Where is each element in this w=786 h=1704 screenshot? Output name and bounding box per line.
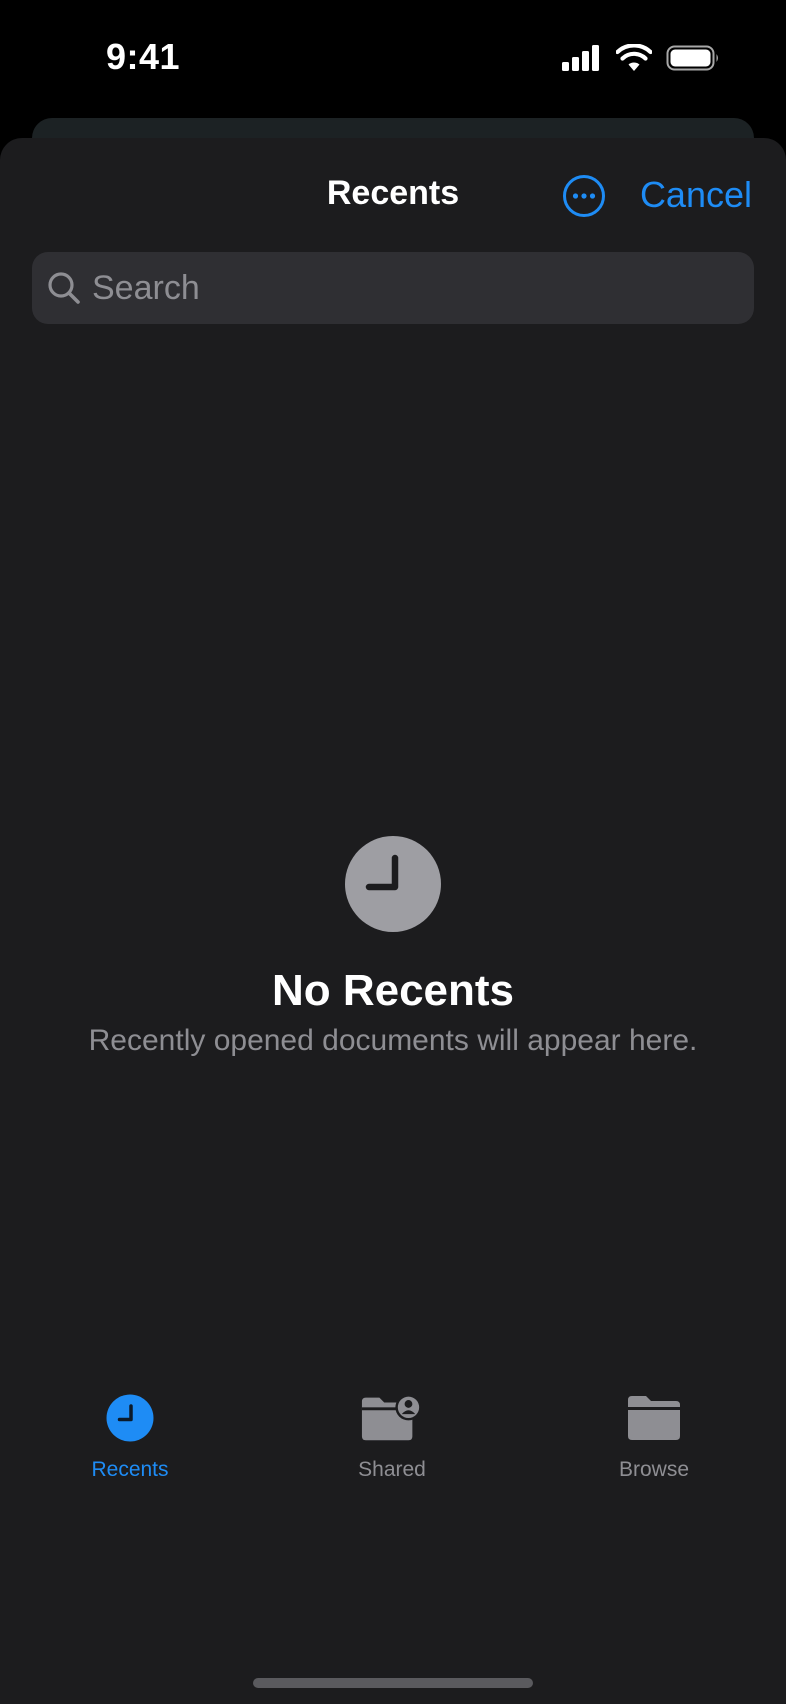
search-bar[interactable] bbox=[32, 252, 754, 324]
clock-icon bbox=[345, 836, 441, 932]
tab-label-shared: Shared bbox=[358, 1458, 426, 1481]
tab-browse[interactable]: Browse bbox=[564, 1392, 744, 1512]
tab-shared[interactable]: Shared bbox=[302, 1392, 482, 1512]
folder-icon bbox=[622, 1392, 686, 1444]
tab-label-browse: Browse bbox=[618, 1458, 690, 1481]
screen: 9:41 Recents Cancel Search No Recents Re… bbox=[0, 0, 786, 1704]
battery-icon bbox=[666, 45, 720, 76]
status-time: 9:41 bbox=[106, 36, 181, 77]
status-icons bbox=[562, 43, 720, 77]
status-bar: 9:41 bbox=[0, 0, 786, 118]
tab-recents[interactable]: Recents bbox=[40, 1392, 220, 1512]
empty-state-subtitle: Recently opened documents will appear he… bbox=[88, 1024, 698, 1057]
tab-bar: Recents Shared Browse bbox=[0, 1392, 786, 1512]
search-icon bbox=[46, 270, 82, 306]
empty-state: No Recents Recently opened documents wil… bbox=[0, 836, 786, 1058]
wifi-icon bbox=[615, 43, 653, 77]
cellular-signal-icon bbox=[562, 45, 602, 76]
tab-label-recents: Recents bbox=[91, 1458, 169, 1481]
shared-folder-icon bbox=[360, 1392, 424, 1444]
cancel-button[interactable]: Cancel bbox=[640, 174, 752, 216]
empty-state-title: No Recents bbox=[271, 966, 515, 1015]
ellipsis-circle-icon bbox=[563, 175, 605, 217]
clock-icon bbox=[98, 1392, 162, 1444]
more-options-button[interactable] bbox=[562, 174, 606, 218]
home-indicator[interactable] bbox=[253, 1678, 533, 1688]
search-input[interactable] bbox=[92, 268, 692, 308]
